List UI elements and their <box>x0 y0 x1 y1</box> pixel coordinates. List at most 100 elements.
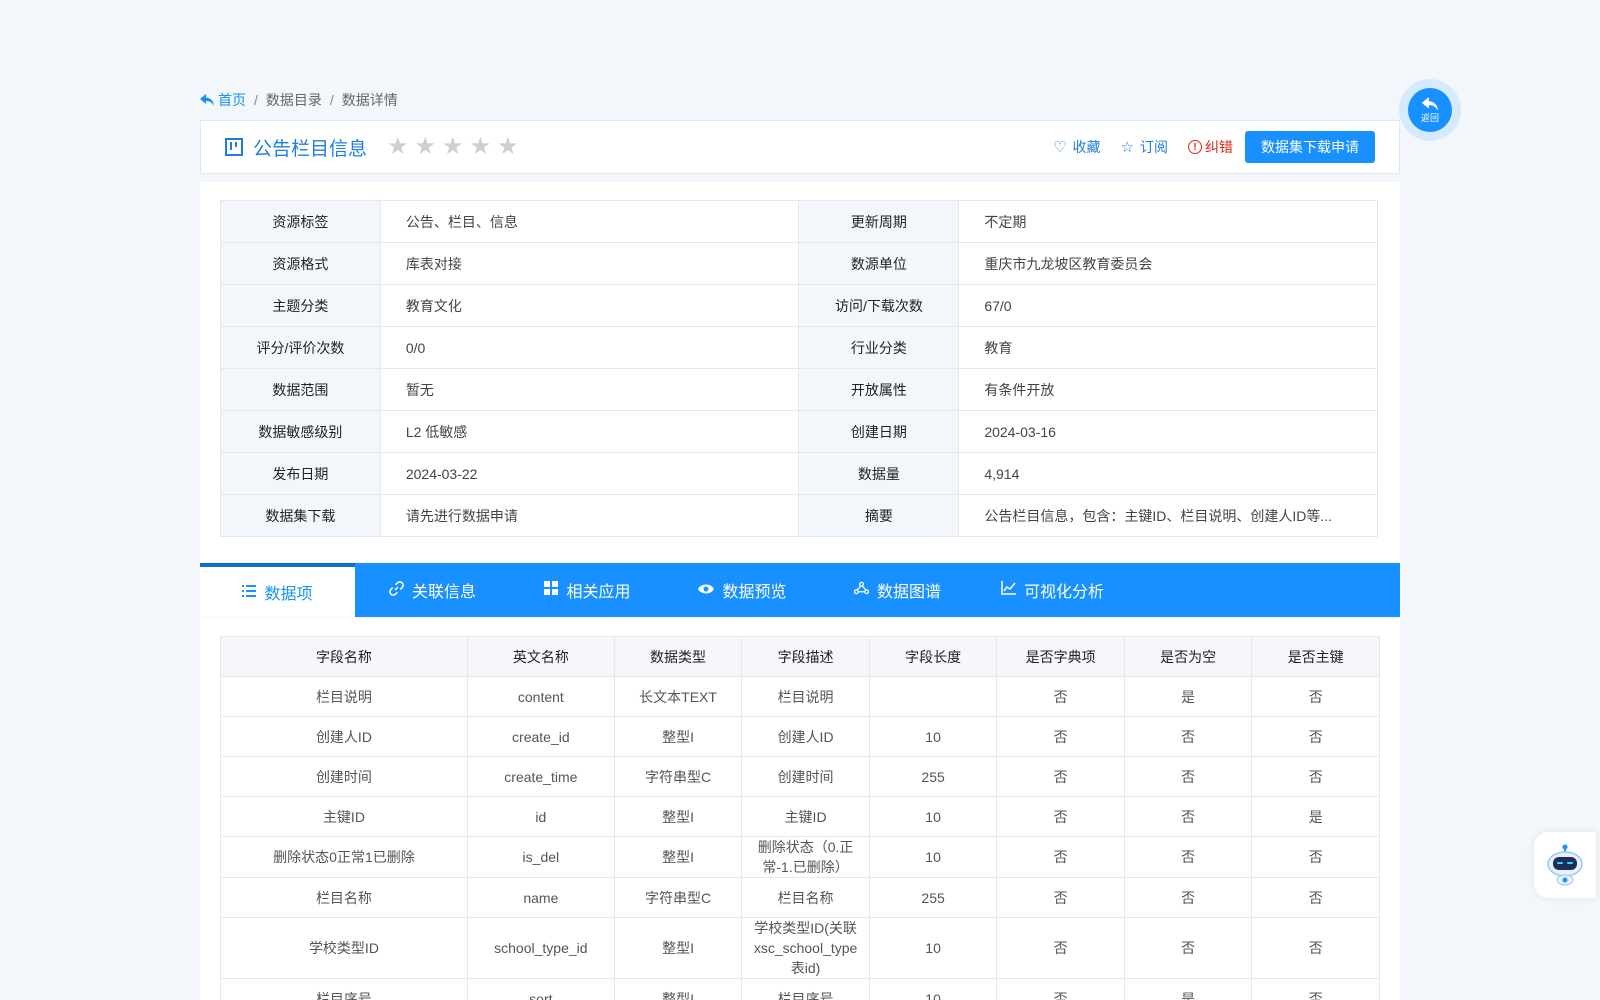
table-cell: 否 <box>1251 716 1380 757</box>
back-button-inner[interactable]: 返回 <box>1408 88 1452 132</box>
table-cell: 创建人ID <box>220 716 468 757</box>
table-cell: 创建时间 <box>741 756 870 797</box>
star-icon[interactable]: ★ <box>470 135 492 159</box>
column-header: 是否字典项 <box>996 636 1125 677</box>
table-cell: 10 <box>868 836 998 878</box>
table-cell: school_type_id <box>466 917 615 979</box>
info-key: 数据敏感级别 <box>220 410 381 453</box>
tab-link[interactable]: 关联信息 <box>355 563 510 617</box>
table-cell: 10 <box>868 917 998 979</box>
table-cell: 否 <box>996 676 1125 717</box>
info-value: 0/0 <box>379 326 800 369</box>
subscribe-label: 订阅 <box>1140 139 1168 155</box>
info-key: 行业分类 <box>798 326 960 369</box>
favorite-label: 收藏 <box>1072 139 1101 155</box>
column-header: 字段长度 <box>868 636 998 677</box>
info-value: 2024-03-22 <box>379 452 800 495</box>
report-error-button[interactable]: ! 纠错 <box>1188 137 1233 157</box>
table-cell: 删除状态0正常1已删除 <box>220 836 468 878</box>
table-cell: 255 <box>868 756 998 797</box>
table-cell: 255 <box>868 877 998 918</box>
breadcrumb-current: 数据详情 <box>341 92 398 108</box>
tab-label: 相关应用 <box>566 584 631 601</box>
back-button[interactable]: 返回 <box>1399 79 1461 141</box>
table-cell: 10 <box>868 716 998 757</box>
table-cell: 学校类型ID <box>220 917 468 979</box>
table-cell: 是 <box>1123 676 1253 717</box>
table-cell: 整型I <box>613 716 743 757</box>
table-cell: 否 <box>996 716 1125 757</box>
info-value: 2024-03-16 <box>958 410 1378 453</box>
table-cell: 否 <box>996 836 1125 878</box>
list-icon <box>242 584 257 601</box>
breadcrumb-catalog-link[interactable]: 数据目录 <box>266 90 322 110</box>
column-header: 字段名称 <box>220 636 468 677</box>
tab-graph[interactable]: 数据图谱 <box>820 563 975 617</box>
info-row: 主题分类 教育文化 访问/下载次数 67/0 <box>220 284 1378 327</box>
info-key: 资源格式 <box>220 242 381 285</box>
table-cell: 否 <box>1123 796 1253 837</box>
info-key: 开放属性 <box>798 368 960 411</box>
table-cell: 整型I <box>613 917 743 979</box>
info-value: 库表对接 <box>379 242 800 285</box>
assistant-robot-button[interactable] <box>1534 832 1596 898</box>
breadcrumb-separator: / <box>254 92 258 108</box>
info-value: 教育文化 <box>379 284 800 327</box>
table-cell: 否 <box>1123 917 1253 979</box>
column-header: 数据类型 <box>613 636 743 677</box>
page-title: 公告栏目信息 <box>253 138 368 160</box>
info-value: 公告栏目信息，包含：主键ID、栏目说明、创建人ID等... <box>958 494 1378 537</box>
info-value: 不定期 <box>958 200 1378 243</box>
subscribe-button[interactable]: ☆ 订阅 <box>1121 137 1168 157</box>
table-cell: 栏目名称 <box>741 877 870 918</box>
info-row: 发布日期 2024-03-22 数据量 4,914 <box>220 452 1378 495</box>
tab-label: 关联信息 <box>411 584 476 601</box>
tab-eye[interactable]: 数据预览 <box>665 563 820 617</box>
rating-stars[interactable]: ★ ★ ★ ★ ★ <box>387 135 519 159</box>
link-icon <box>389 580 404 600</box>
table-cell: 否 <box>1251 676 1380 717</box>
favorite-button[interactable]: ♡ 收藏 <box>1053 137 1100 157</box>
back-button-label: 返回 <box>1420 112 1439 123</box>
column-header: 是否主键 <box>1251 636 1380 677</box>
line-chart-icon <box>1001 581 1016 599</box>
table-cell: 否 <box>1123 756 1253 797</box>
info-key: 资源标签 <box>220 200 381 243</box>
apply-download-button[interactable]: 数据集下载申请 <box>1245 131 1375 163</box>
info-key: 数据范围 <box>220 368 381 411</box>
table-cell: 否 <box>1251 836 1380 878</box>
tab-grid[interactable]: 相关应用 <box>510 563 665 617</box>
star-icon[interactable]: ★ <box>415 135 437 159</box>
table-cell: 删除状态（0.正常-1.已删除） <box>741 836 870 878</box>
table-cell: 否 <box>996 917 1125 979</box>
table-row: 删除状态0正常1已删除 is_del 整型I 删除状态（0.正常-1.已删除） 10 否否… <box>220 836 1380 878</box>
back-arrow-icon <box>1421 96 1439 113</box>
tab-list[interactable]: 数据项 <box>200 563 355 617</box>
eye-icon <box>698 582 715 599</box>
star-icon[interactable]: ★ <box>387 135 409 159</box>
table-cell: 否 <box>1251 756 1380 797</box>
table-cell: 否 <box>1123 836 1253 878</box>
table-cell: 整型I <box>613 836 743 878</box>
table-row: 创建时间 create_time 字符串型C 创建时间 255 否否否 <box>220 756 1380 797</box>
star-icon[interactable]: ★ <box>442 135 464 159</box>
info-value: 67/0 <box>958 284 1378 327</box>
table-cell: 是 <box>1251 796 1380 837</box>
info-row: 评分/评价次数 0/0 行业分类 教育 <box>220 326 1378 369</box>
info-row: 数据集下载 请先进行数据申请 摘要 公告栏目信息，包含：主键ID、栏目说明、创建人ID… <box>220 494 1378 537</box>
table-cell: 否 <box>1251 877 1380 918</box>
info-row: 数据敏感级别 L2 低敏感 创建日期 2024-03-16 <box>220 410 1378 453</box>
report-error-label: 纠错 <box>1205 139 1233 155</box>
info-value: L2 低敏感 <box>379 410 800 453</box>
info-key: 访问/下载次数 <box>798 284 960 327</box>
info-key: 创建日期 <box>798 410 960 453</box>
tab-line-chart[interactable]: 可视化分析 <box>975 563 1130 617</box>
table-cell: 主键ID <box>220 796 468 837</box>
breadcrumb-separator: / <box>329 92 334 108</box>
table-cell: 整型I <box>613 978 743 1000</box>
breadcrumb-home-link[interactable]: 首页 <box>200 90 246 110</box>
alert-circle-icon: ! <box>1188 140 1202 154</box>
table-cell: 栏目序号 <box>741 978 870 1000</box>
fields-panel: 字段名称 英文名称 数据类型 字段描述 字段长度 是否字典项 是否为空 是否主键 栏目说明 co… <box>200 618 1400 1000</box>
star-icon[interactable]: ★ <box>497 135 519 159</box>
